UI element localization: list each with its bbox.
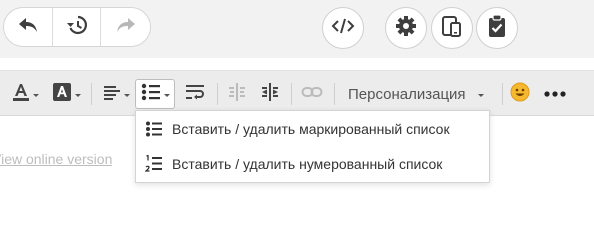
editor-page: Персонализация View online version Встав… [0,0,594,202]
more-dots-icon [544,85,566,103]
list-button[interactable] [138,81,172,107]
line-height-button[interactable] [182,81,208,107]
test-button[interactable] [476,7,518,49]
background-color-icon [52,82,72,107]
toolbar-divider [91,83,92,105]
smiley-icon [510,82,530,107]
emoji-button[interactable] [508,81,532,107]
decrease-indent-button[interactable] [224,81,250,107]
bulleted-list-icon [141,83,161,106]
code-view-button[interactable] [322,7,364,49]
menu-item-numbered-list[interactable]: Вставить / удалить нумерованный список [136,147,489,181]
bulleted-list-icon [136,121,172,137]
link-icon [301,85,323,104]
gear-icon [395,15,417,42]
chevron-down-icon [74,93,81,97]
decrease-indent-icon [227,82,247,107]
background-color-button[interactable] [50,81,82,107]
history-button[interactable] [53,8,102,46]
toolbar-divider [502,83,503,105]
menu-item-bulleted-list[interactable]: Вставить / удалить маркированный список [136,112,489,146]
device-preview-button[interactable] [431,7,473,49]
settings-button[interactable] [385,7,427,49]
personalization-label: Персонализация [348,85,466,103]
menu-item-label: Вставить / удалить нумерованный список [172,156,443,172]
more-button[interactable] [542,81,568,107]
increase-indent-button[interactable] [257,81,283,107]
list-dropdown-menu: Вставить / удалить маркированный список … [135,110,490,183]
menu-item-label: Вставить / удалить маркированный список [172,121,450,137]
view-online-link[interactable]: View online version [0,151,112,167]
devices-icon [440,14,464,43]
history-icon [66,14,88,41]
chevron-down-icon [163,93,170,97]
undo-button[interactable] [4,8,53,46]
text-wrap-icon [185,83,205,106]
clipboard-check-icon [486,13,508,43]
redo-button[interactable] [101,8,150,46]
undo-icon [17,16,39,39]
chevron-down-icon [123,93,130,97]
chevron-down-icon [32,93,39,97]
align-left-icon [103,84,121,105]
history-controls [3,7,151,47]
align-button[interactable] [100,81,132,107]
personalization-dropdown[interactable]: Персонализация [348,82,484,106]
chevron-down-icon [477,93,484,97]
toolbar-divider [217,83,218,105]
top-bar [0,0,594,58]
text-color-icon [12,82,30,107]
increase-indent-icon [260,82,280,107]
toolbar-divider [291,83,292,105]
link-button[interactable] [299,81,325,107]
numbered-list-icon [136,155,172,173]
text-color-button[interactable] [10,81,40,107]
redo-icon [115,16,137,39]
toolbar-divider [334,83,335,105]
code-icon [331,17,355,40]
